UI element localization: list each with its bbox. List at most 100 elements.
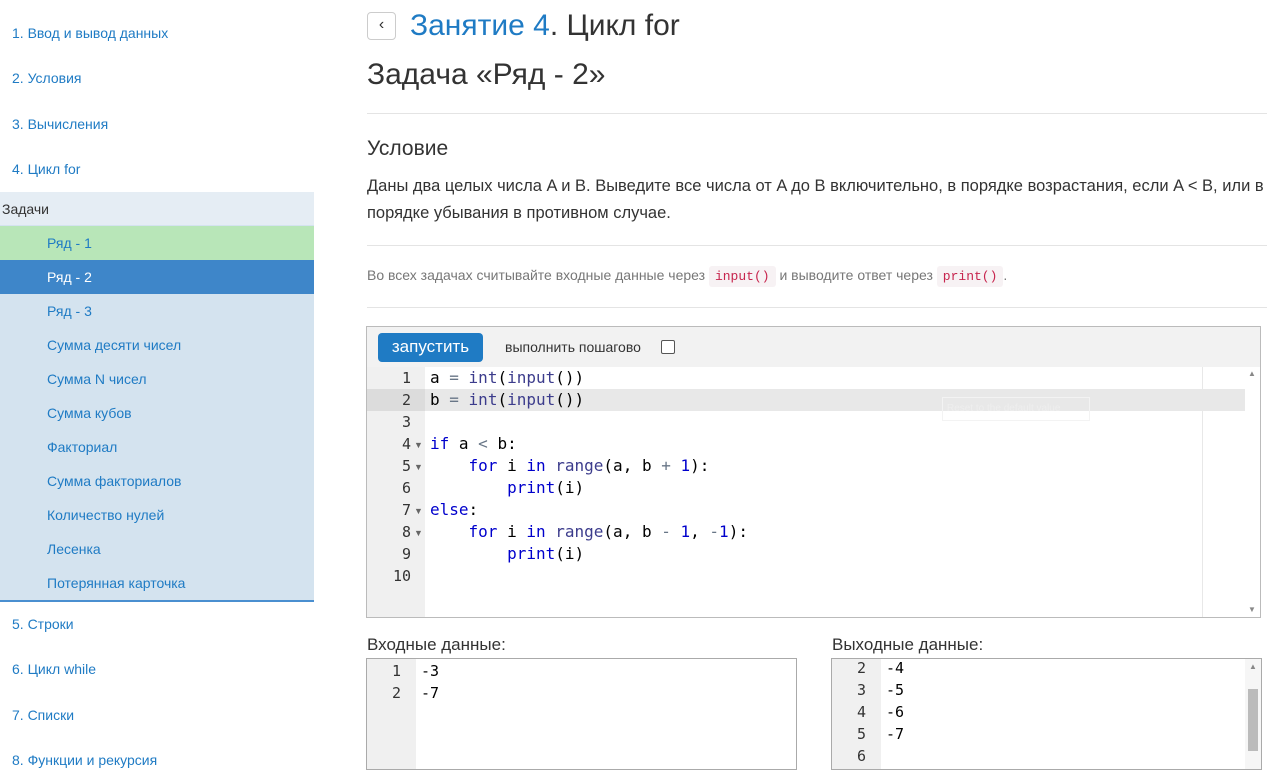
task-item-label[interactable]: Сумма кубов [47,405,132,421]
condition-title: Условие [367,137,449,160]
divider [367,245,1267,246]
task-item-label[interactable]: Сумма N чисел [47,371,146,387]
task-item-sum-ten[interactable]: Сумма десяти чисел [0,328,314,362]
fold-arrow-icon[interactable]: ▼ [414,528,423,538]
input-code: input() [708,266,776,287]
run-button-label: запустить [391,337,470,356]
sidebar-lesson-6[interactable]: 6. Цикл while [12,661,96,677]
print-margin [1202,367,1203,617]
task-item-label[interactable]: Потерянная карточка [47,575,185,591]
sidebar: 1. Ввод и вывод данных 2. Условия 3. Выч… [0,0,314,776]
line-number: 6 [401,479,411,497]
io-note-middle: и выводите ответ через [779,267,933,283]
line-number: 3 [856,681,866,699]
code-line: print(i) [507,544,585,563]
task-item-label[interactable]: Ряд - 2 [47,269,92,285]
line-number: 4 [856,703,866,721]
sidebar-lesson-5[interactable]: 5. Строки [12,616,74,632]
task-item-label[interactable]: Сумма десяти чисел [47,337,181,353]
step-mode-label[interactable]: выполнить пошагово [505,339,641,355]
code-line: print(i) [507,478,585,497]
step-mode-checkbox[interactable] [661,340,675,354]
task-item-row-3[interactable]: Ряд - 3 [0,294,314,328]
sidebar-lesson-8[interactable]: 8. Функции и рекурсия [12,752,157,768]
code-line: for i in range(a, b - 1, -1): [468,522,748,541]
output-line: -5 [886,681,905,699]
output-label: Выходные данные: [832,635,984,654]
divider [367,307,1267,308]
task-item-label[interactable]: Ряд - 1 [47,235,92,251]
task-item-zeros[interactable]: Количество нулей [0,498,314,532]
line-number: 3 [401,413,411,431]
output-scrollbar[interactable]: ▲ [1245,659,1261,769]
input-line: -3 [421,662,440,680]
task-title: Задача «Ряд - 2» [367,58,606,91]
output-editor[interactable]: 2 3 4 5 6 -4 -5 -6 -7 ▲ [831,658,1262,770]
editor-scrollbar[interactable]: ▲ ▼ [1245,367,1260,617]
tasks-panel: Задачи Ряд - 1 Ряд - 2 Ряд - 3 Сумма дес… [0,192,314,602]
scroll-up-icon[interactable]: ▲ [1249,662,1257,671]
task-item-label[interactable]: Ряд - 3 [47,303,92,319]
sidebar-lesson-3[interactable]: 3. Вычисления [12,116,108,132]
reset-tooltip: Reset to the default value [942,397,1090,421]
input-label: Входные данные: [367,635,506,654]
fold-arrow-icon[interactable]: ▼ [414,506,423,516]
tasks-header: Задачи [0,192,314,225]
reset-tooltip-text: Reset to the default value [947,403,1061,414]
editor-toolbar: запустить выполнить пошагово [367,327,1260,368]
scroll-down-icon[interactable]: ▼ [1248,605,1256,614]
task-item-label[interactable]: Количество нулей [47,507,164,523]
back-button[interactable]: ‹ [367,12,396,40]
task-item-sum-n[interactable]: Сумма N чисел [0,362,314,396]
scroll-up-icon[interactable]: ▲ [1248,369,1256,378]
io-note: Во всех задачах считывайте входные данны… [367,266,1007,287]
task-item-label[interactable]: Сумма факториалов [47,473,181,489]
line-number: 1 [391,662,401,680]
output-line: -7 [886,725,905,743]
sidebar-lesson-2[interactable]: 2. Условия [12,70,81,86]
lesson-link[interactable]: Занятие 4 [410,9,550,42]
sidebar-lesson-4[interactable]: 4. Цикл for [12,161,80,177]
task-item-lost-card[interactable]: Потерянная карточка [0,566,314,600]
print-code: print() [936,266,1004,287]
divider [367,113,1267,114]
io-note-prefix: Во всех задачах считывайте входные данны… [367,267,706,283]
condition-text: Даны два целых числа A и B. Выведите все… [367,177,1264,222]
line-number: 4 [401,435,411,453]
task-item-label[interactable]: Лесенка [47,541,101,557]
fold-arrow-icon[interactable]: ▼ [414,462,423,472]
task-item-factorial[interactable]: Факториал [0,430,314,464]
code-line: for i in range(a, b + 1): [468,456,710,475]
lesson-title: Занятие 4. Цикл for [410,9,680,43]
line-number: 9 [401,545,411,563]
code-editor-panel: запустить выполнить пошагово 1 2 3 4 5 6… [366,326,1261,618]
sidebar-lesson-1[interactable]: 1. Ввод и вывод данных [12,25,168,41]
line-number: 5 [856,725,866,743]
task-item-ladder[interactable]: Лесенка [0,532,314,566]
task-item-sum-factorials[interactable]: Сумма факториалов [0,464,314,498]
code-line: if a < b: [430,434,517,453]
output-line: -4 [886,659,905,677]
output-line: -6 [886,703,905,721]
task-item-label[interactable]: Факториал [47,439,117,455]
line-number: 6 [856,747,866,765]
code-editor[interactable]: 1 2 3 4 5 6 7 8 9 10 ▼ ▼ ▼ ▼ a = int(inp… [367,367,1260,617]
line-number: 8 [401,523,411,541]
code-line: b = int(input()) [430,390,585,409]
task-item-row-1[interactable]: Ряд - 1 [0,226,314,260]
scrollbar-thumb[interactable] [1248,689,1258,751]
code-line: a = int(input()) [430,368,585,387]
input-editor[interactable]: 1 2 -3 -7 [366,658,797,770]
fold-arrow-icon[interactable]: ▼ [414,440,423,450]
line-number: 5 [401,457,411,475]
line-number: 2 [401,391,411,409]
task-item-row-2[interactable]: Ряд - 2 [0,260,314,294]
line-number: 1 [401,369,411,387]
run-button[interactable]: запустить [378,333,483,362]
task-item-sum-cubes[interactable]: Сумма кубов [0,396,314,430]
input-line: -7 [421,684,440,702]
lesson-title-rest: . Цикл for [549,9,680,42]
line-number: 2 [391,684,401,702]
sidebar-lesson-7[interactable]: 7. Списки [12,707,74,723]
line-number: 10 [392,567,411,585]
